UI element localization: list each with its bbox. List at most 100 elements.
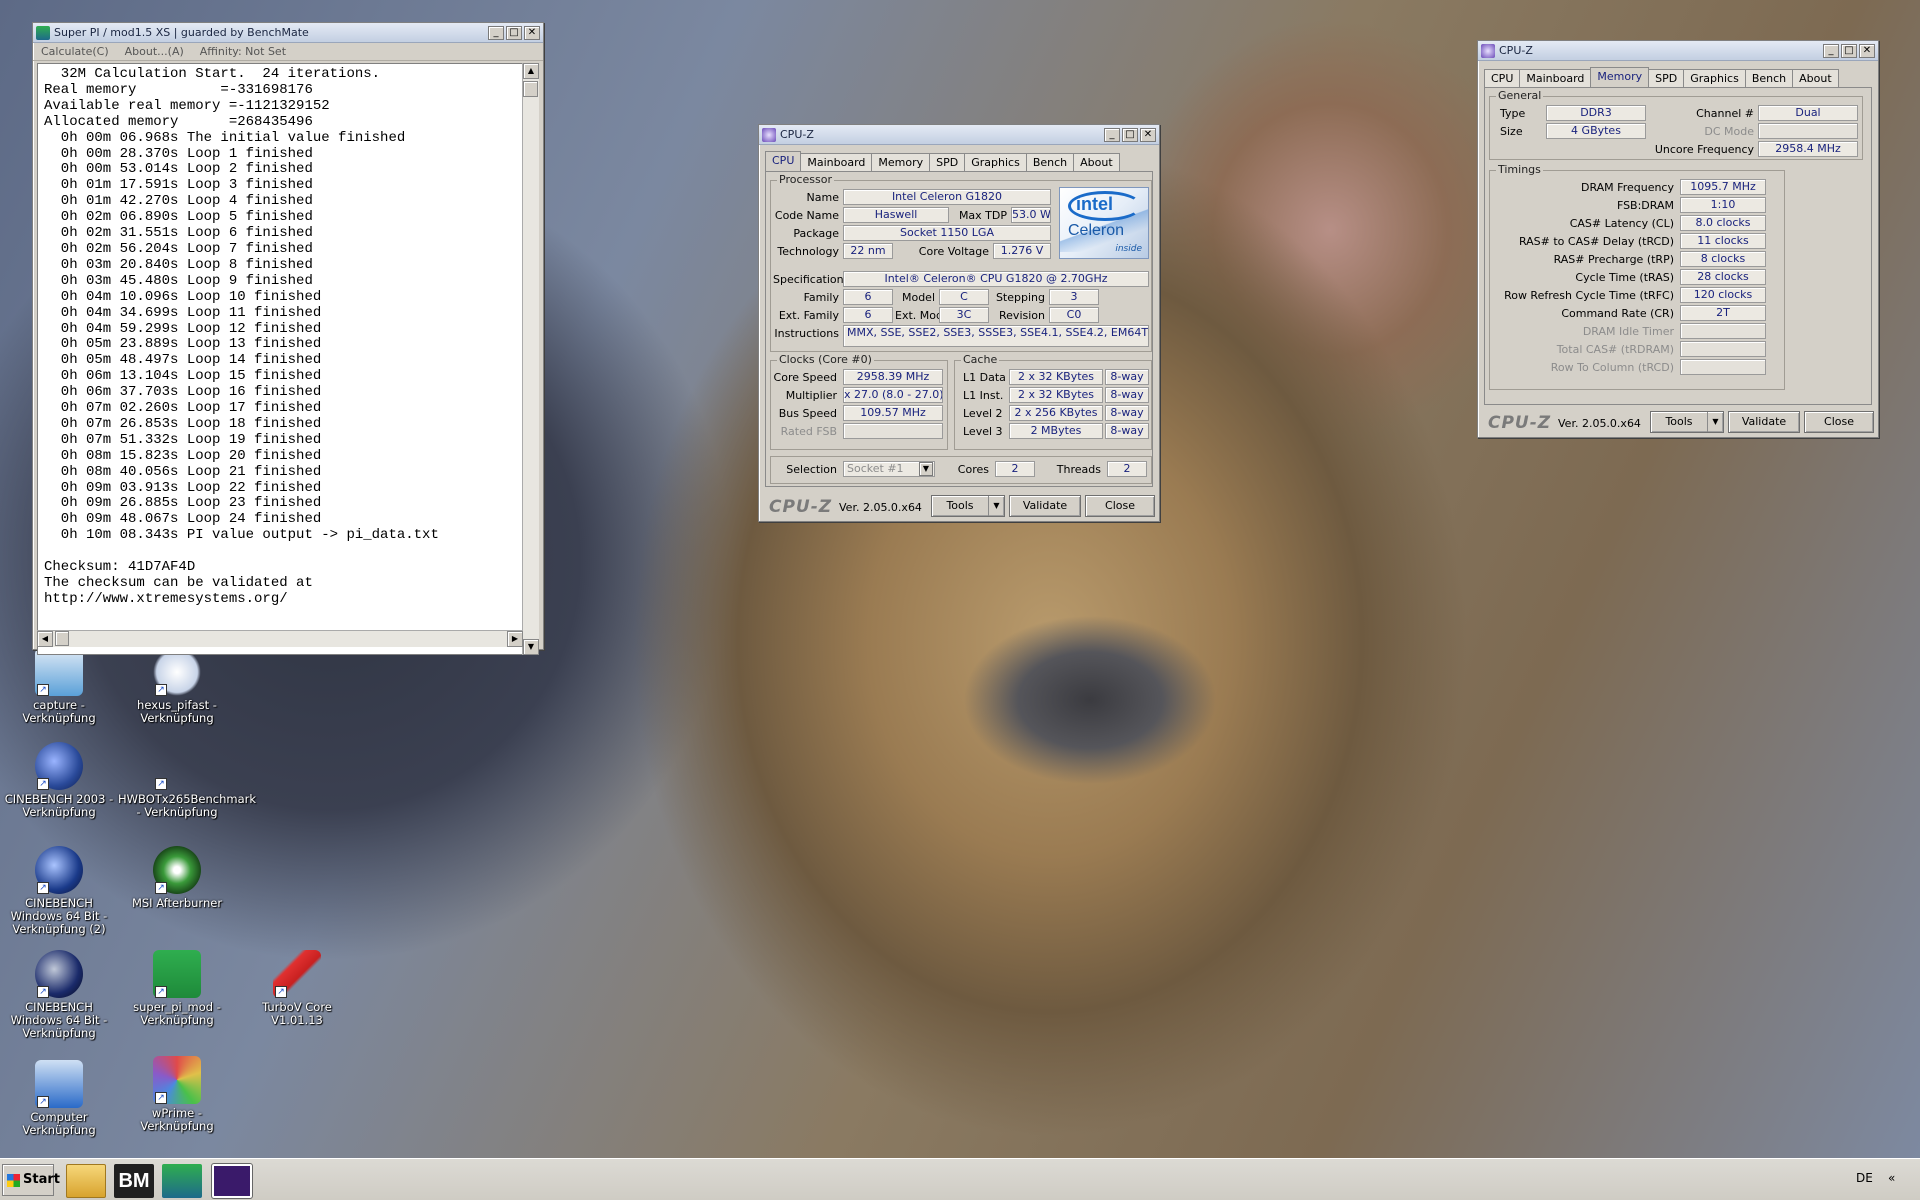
tab-bench[interactable]: Bench [1744,69,1794,87]
vertical-scrollbar[interactable]: ▲ ▼ [522,63,539,655]
desktop-icon-super-pi-mod[interactable]: ↗ super_pi_mod - Verknüpfung [118,950,236,1027]
tools-label: Tools [946,499,974,512]
rated-fsb-value [843,423,943,439]
file-explorer-icon[interactable] [66,1164,106,1198]
timing-value [1680,341,1766,357]
tab-spd[interactable]: SPD [1648,69,1685,87]
cache-l1-data-size: 2 x 32 KBytes [1009,369,1103,385]
desktop-icon-label: hexus_pifast - Verknüpfung [137,698,217,725]
desktop-icon-computer[interactable]: ↗ Computer Verknüpfung [0,1060,118,1137]
tab-mainboard[interactable]: Mainboard [1519,69,1592,87]
super-pi-icon: ↗ [153,950,201,998]
tab-bench[interactable]: Bench [1025,153,1075,171]
tab-mainboard[interactable]: Mainboard [800,153,873,171]
close-button[interactable]: ✕ [1140,127,1156,142]
cache-l3-way: 8-way [1105,423,1149,439]
tab-cpu[interactable]: CPU [765,151,802,172]
menu-about[interactable]: About...(A) [125,45,184,58]
cache-group: Cache L1 Data 2 x 32 KBytes 8-way L1 Ins… [954,353,1152,450]
minimize-button[interactable]: _ [1823,43,1839,58]
super-pi-icon[interactable] [162,1164,202,1198]
cpuz-tabs: CPU Mainboard Memory SPD Graphics Bench … [759,145,1159,172]
group-title: General [1496,89,1544,102]
desktop-icon-cinebench-64-2[interactable]: ↗ CINEBENCH Windows 64 Bit - Verknüpfung… [0,846,118,936]
close-button[interactable]: Close [1085,495,1155,517]
desktop-icon-label: CINEBENCH Windows 64 Bit - Verknüpfung [10,1000,108,1040]
tab-spd[interactable]: SPD [929,153,966,171]
scroll-thumb[interactable] [55,631,69,646]
superpi-window: Super PI / mod1.5 XS | guarded by BenchM… [32,22,544,655]
minimize-button[interactable]: _ [1104,127,1120,142]
windows-logo-icon [7,1174,20,1187]
channel-value: Dual [1758,105,1858,121]
tab-memory[interactable]: Memory [1590,67,1650,88]
cpuz-titlebar[interactable]: CPU-Z _ □ ✕ [1478,41,1878,61]
name-value: Intel Celeron G1820 [843,189,1051,205]
package-label: Package [793,227,839,240]
version-label: Ver. 2.05.0.x64 [1558,417,1641,430]
desktop-icon-turbov-core[interactable]: ↗ TurboV Core V1.01.13 [238,950,356,1027]
menu-affinity[interactable]: Affinity: Not Set [200,45,286,58]
start-button[interactable]: Start [2,1164,60,1196]
menu-calculate[interactable]: Calculate(C) [41,45,109,58]
name-label: Name [806,191,839,204]
timing-label: Row Refresh Cycle Time (tRFC) [1504,289,1674,302]
threads-value: 2 [1107,461,1147,477]
chevron-down-icon[interactable]: ▼ [1707,412,1723,432]
tools-button[interactable]: Tools ▼ [1650,411,1724,433]
close-button[interactable]: ✕ [1859,43,1875,58]
desktop-icon-msi-afterburner[interactable]: ↗ MSI Afterburner [118,846,236,910]
intel-celeron-logo: intel Celeron inside [1059,187,1149,259]
core-speed-value: 2958.39 MHz [843,369,943,385]
scroll-up-button[interactable]: ▲ [523,63,539,79]
scroll-right-button[interactable]: ▶ [507,631,523,647]
tools-button[interactable]: Tools ▼ [931,495,1005,517]
desktop-icon-capture[interactable]: ↗ capture - Verknüpfung [0,648,118,725]
clocks-group: Clocks (Core #0) Core Speed 2958.39 MHz … [770,353,948,450]
tab-cpu[interactable]: CPU [1484,69,1521,87]
desktop-icon-cinebench-64[interactable]: ↗ CINEBENCH Windows 64 Bit - Verknüpfung [0,950,118,1040]
desktop-icon-wprime[interactable]: ↗ wPrime - Verknüpfung [118,1056,236,1133]
logo-product: Celeron [1068,222,1125,239]
minimize-button[interactable]: _ [488,25,504,40]
chevron-down-icon[interactable]: ▼ [919,462,933,476]
multiplier-value: x 27.0 (8.0 - 27.0) [843,387,943,403]
family-label: Family [803,291,839,304]
tab-about[interactable]: About [1073,153,1120,171]
benchmate-icon[interactable]: BM [114,1164,154,1198]
maximize-button[interactable]: □ [506,25,522,40]
desktop-icon-label: TurboV Core V1.01.13 [262,1000,332,1027]
logo-tag: inside [1115,244,1142,254]
language-indicator[interactable]: DE [1856,1171,1873,1185]
desktop-icon-cinebench-2003[interactable]: ↗ CINEBENCH 2003 - Verknüpfung [0,742,118,819]
validate-button[interactable]: Validate [1728,411,1800,433]
bus-speed-value: 109.57 MHz [843,405,943,421]
maximize-button[interactable]: □ [1122,127,1138,142]
tab-about[interactable]: About [1792,69,1839,87]
max-tdp-label: Max TDP [958,209,1007,222]
validate-button[interactable]: Validate [1009,495,1081,517]
maximize-button[interactable]: □ [1841,43,1857,58]
cpu-z-icon[interactable] [211,1163,253,1199]
horizontal-scrollbar[interactable]: ◀ ▶ [37,630,523,647]
scroll-thumb[interactable] [523,81,538,97]
turbov-core-icon: ↗ [273,950,321,998]
close-button[interactable]: Close [1804,411,1874,433]
type-label: Type [1500,107,1526,120]
tab-graphics[interactable]: Graphics [964,153,1027,171]
superpi-titlebar[interactable]: Super PI / mod1.5 XS | guarded by BenchM… [33,23,543,43]
cpuz-titlebar[interactable]: CPU-Z _ □ ✕ [759,125,1159,145]
core-voltage-value: 1.276 V [993,243,1051,259]
close-button[interactable]: ✕ [524,25,540,40]
tab-memory[interactable]: Memory [871,153,931,171]
desktop-icon-hexus-pifast[interactable]: ↗ hexus_pifast - Verknüpfung [118,648,236,725]
tray-chevron-icon[interactable]: « [1888,1171,1895,1185]
scroll-down-button[interactable]: ▼ [523,639,539,655]
chevron-down-icon[interactable]: ▼ [988,496,1004,516]
desktop-icon-hwbot-x265[interactable]: ↗ HWBOTx265Benchmark - Verknüpfung [118,742,256,819]
scroll-left-button[interactable]: ◀ [37,631,53,647]
tab-graphics[interactable]: Graphics [1683,69,1746,87]
uncore-frequency-value: 2958.4 MHz [1758,141,1858,157]
superpi-output[interactable]: 32M Calculation Start. 24 iterations. Re… [37,63,523,655]
stepping-value: 3 [1049,289,1099,305]
